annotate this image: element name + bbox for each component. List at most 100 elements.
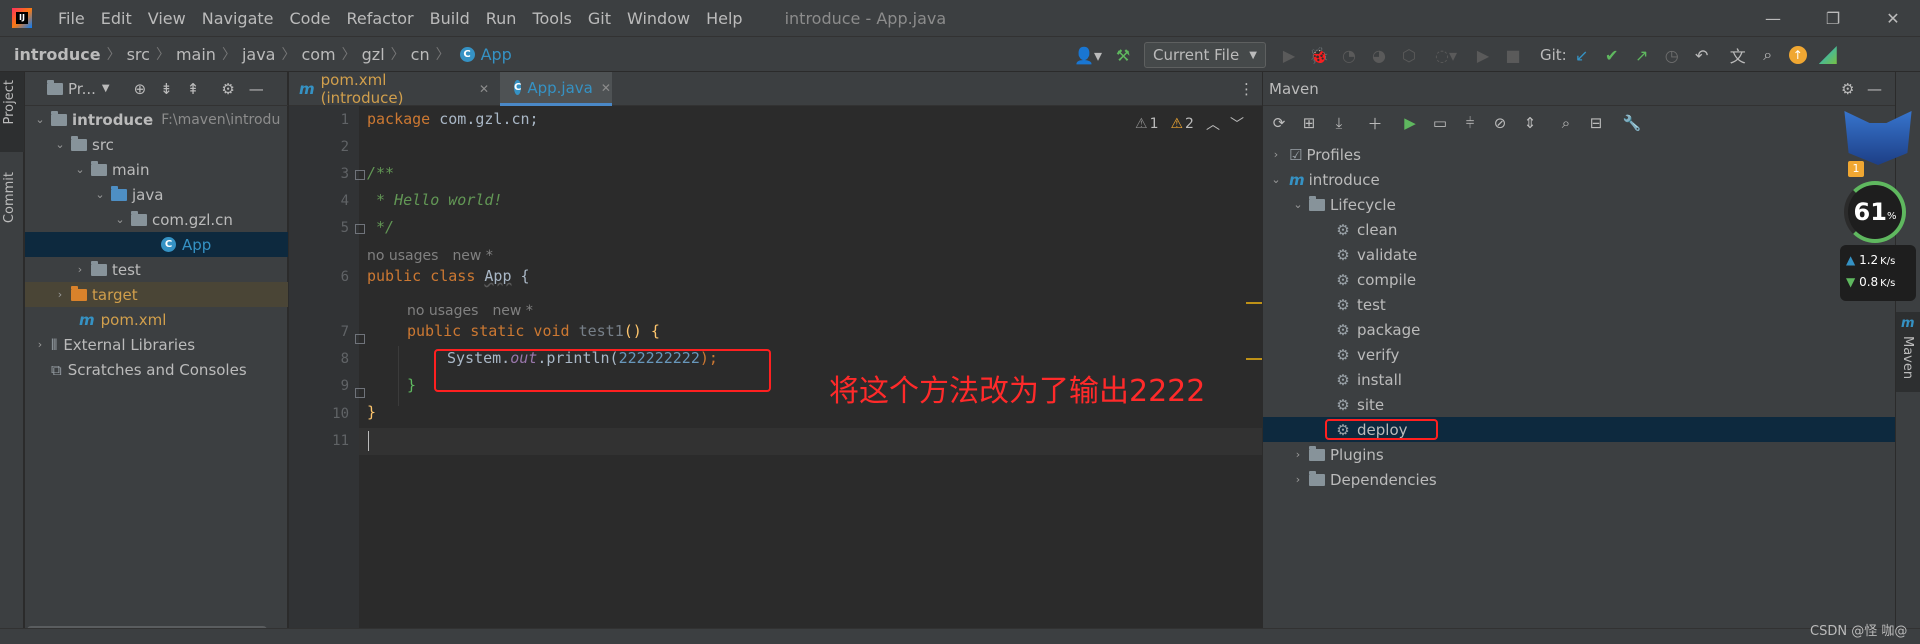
usage-hint[interactable]: no usages new * bbox=[407, 303, 533, 319]
show-dependencies-icon[interactable]: ⇕ bbox=[1516, 109, 1544, 137]
project-panel-title[interactable]: Pr... bbox=[68, 80, 96, 98]
resume-icon[interactable]: ▶ bbox=[1468, 40, 1498, 70]
menu-git[interactable]: Git bbox=[586, 9, 613, 28]
add-icon[interactable]: ＋ bbox=[1361, 109, 1389, 137]
chevron-down-icon[interactable]: ▼ bbox=[102, 83, 110, 94]
tool-tab-project[interactable]: Project bbox=[0, 72, 24, 152]
maven-node-dependencies[interactable]: › Dependencies bbox=[1263, 467, 1895, 492]
maven-node-plugins[interactable]: › Plugins bbox=[1263, 442, 1895, 467]
close-button[interactable]: ✕ bbox=[1863, 0, 1920, 36]
run-config-icon[interactable]: ▭ bbox=[1426, 109, 1454, 137]
lifecycle-verify[interactable]: ⚙ verify bbox=[1263, 342, 1895, 367]
inspection-widget[interactable]: ⚠ 1 ⚠ 2 ︿ ﹀ bbox=[1135, 114, 1244, 134]
lifecycle-test[interactable]: ⚙ test bbox=[1263, 292, 1895, 317]
breadcrumb-cn[interactable]: cn bbox=[411, 45, 430, 64]
maven-node-project[interactable]: ⌄ m introduce bbox=[1263, 167, 1895, 192]
restore-button[interactable]: ❐ bbox=[1803, 0, 1863, 36]
close-icon[interactable]: ✕ bbox=[479, 82, 489, 96]
close-icon[interactable]: ✕ bbox=[601, 81, 611, 95]
chevron-right-icon[interactable]: › bbox=[73, 263, 87, 276]
chevron-down-icon[interactable]: ⌄ bbox=[33, 113, 47, 126]
menu-run[interactable]: Run bbox=[484, 9, 519, 28]
menu-refactor[interactable]: Refactor bbox=[344, 9, 415, 28]
tree-node-test[interactable]: › test bbox=[25, 257, 288, 282]
reload-icon[interactable]: ⟳ bbox=[1265, 109, 1293, 137]
lifecycle-clean[interactable]: ⚙ clean bbox=[1263, 217, 1895, 242]
hide-icon[interactable]: — bbox=[249, 80, 264, 98]
wrench-icon[interactable]: 🔧 bbox=[1618, 109, 1646, 137]
debug-icon[interactable]: 🐞 bbox=[1304, 40, 1334, 70]
tree-node-src[interactable]: ⌄ src bbox=[25, 132, 288, 157]
analyze-icon[interactable]: ⌕ bbox=[1552, 109, 1580, 137]
git-push-icon[interactable]: ↗ bbox=[1627, 40, 1657, 70]
tree-node-pom[interactable]: m pom.xml bbox=[25, 307, 288, 332]
tree-node-external-libraries[interactable]: › ⫴ External Libraries bbox=[25, 332, 288, 357]
collapse-icon[interactable]: ⊟ bbox=[1582, 109, 1610, 137]
tool-tab-commit[interactable]: Commit bbox=[0, 164, 24, 244]
tree-node-package[interactable]: ⌄ com.gzl.cn bbox=[25, 207, 288, 232]
skip-tests-icon[interactable]: ⊘ bbox=[1486, 109, 1514, 137]
menu-help[interactable]: Help bbox=[704, 9, 744, 28]
search-icon[interactable]: ⌕ bbox=[1753, 40, 1783, 70]
tree-node-scratches[interactable]: ⧉ Scratches and Consoles bbox=[25, 357, 288, 382]
hide-icon[interactable]: — bbox=[1867, 80, 1882, 98]
profile-icon[interactable]: ◕ bbox=[1364, 40, 1394, 70]
chevron-down-icon[interactable]: ⌄ bbox=[73, 163, 87, 176]
collapse-all-icon[interactable]: ⇞ bbox=[187, 80, 200, 98]
locate-icon[interactable]: ⊕ bbox=[134, 80, 147, 98]
tree-node-root[interactable]: ⌄ introduce F:\maven\introdu bbox=[25, 107, 288, 132]
chevron-down-icon[interactable]: ⌄ bbox=[93, 188, 107, 201]
chevron-down-icon[interactable]: ⌄ bbox=[113, 213, 127, 226]
toggle-offline-icon[interactable]: ⫩ bbox=[1456, 109, 1484, 137]
chevron-right-icon[interactable]: › bbox=[1269, 148, 1283, 161]
run-icon[interactable]: ▶ bbox=[1396, 109, 1424, 137]
user-icon[interactable]: 👤▾ bbox=[1068, 40, 1108, 70]
minimize-button[interactable]: — bbox=[1743, 0, 1803, 36]
tree-node-main[interactable]: ⌄ main bbox=[25, 157, 288, 182]
chevron-up-icon[interactable]: ︿ bbox=[1206, 114, 1220, 134]
breadcrumb-main[interactable]: main bbox=[176, 45, 216, 64]
tab-pom-xml[interactable]: m pom.xml (introduce) ✕ bbox=[289, 71, 499, 107]
coverage-icon[interactable]: ◔ bbox=[1334, 40, 1364, 70]
chevron-right-icon[interactable]: › bbox=[1291, 448, 1305, 461]
git-update-icon[interactable]: ↙ bbox=[1567, 40, 1597, 70]
maven-node-lifecycle[interactable]: ⌄ Lifecycle bbox=[1263, 192, 1895, 217]
lifecycle-validate[interactable]: ⚙ validate bbox=[1263, 242, 1895, 267]
tree-node-target[interactable]: › target bbox=[25, 282, 288, 307]
maven-node-profiles[interactable]: › ☑ Profiles bbox=[1263, 142, 1895, 167]
menu-build[interactable]: Build bbox=[428, 9, 472, 28]
run-icon[interactable]: ▶ bbox=[1274, 40, 1304, 70]
menu-file[interactable]: File bbox=[56, 9, 87, 28]
translate-icon[interactable]: 文 bbox=[1723, 40, 1753, 70]
breadcrumb-com[interactable]: com bbox=[301, 45, 335, 64]
breadcrumb-gzl[interactable]: gzl bbox=[362, 45, 385, 64]
lifecycle-package[interactable]: ⚙ package bbox=[1263, 317, 1895, 342]
menu-edit[interactable]: Edit bbox=[99, 9, 134, 28]
stop-icon[interactable]: ■ bbox=[1498, 40, 1528, 70]
chevron-down-icon[interactable]: ⌄ bbox=[1291, 198, 1305, 211]
menu-code[interactable]: Code bbox=[288, 9, 333, 28]
attach-icon[interactable]: ⬡ bbox=[1394, 40, 1424, 70]
more-options-icon[interactable]: ⋮ bbox=[1239, 80, 1254, 98]
lifecycle-site[interactable]: ⚙ site bbox=[1263, 392, 1895, 417]
tree-node-app[interactable]: C App bbox=[25, 232, 288, 257]
menu-tools[interactable]: Tools bbox=[530, 9, 573, 28]
git-commit-icon[interactable]: ✔ bbox=[1597, 40, 1627, 70]
usage-hint[interactable]: no usages new * bbox=[367, 248, 493, 264]
tree-node-java[interactable]: ⌄ java bbox=[25, 182, 288, 207]
add-project-icon[interactable]: ⊞ bbox=[1295, 109, 1323, 137]
chevron-right-icon[interactable]: › bbox=[53, 288, 67, 301]
chevron-down-icon[interactable]: ⌄ bbox=[53, 138, 67, 151]
menu-navigate[interactable]: Navigate bbox=[200, 9, 276, 28]
breadcrumb-app[interactable]: App bbox=[481, 45, 512, 64]
download-icon[interactable]: ⤓ bbox=[1325, 109, 1353, 137]
git-history-icon[interactable]: ◷ bbox=[1657, 40, 1687, 70]
expand-all-icon[interactable]: ⇟ bbox=[160, 80, 173, 98]
run-config-select[interactable]: Current File ▼ bbox=[1144, 42, 1266, 68]
breadcrumb-project[interactable]: introduce bbox=[14, 45, 101, 64]
menu-window[interactable]: Window bbox=[625, 9, 692, 28]
git-rollback-icon[interactable]: ↶ bbox=[1687, 40, 1717, 70]
breadcrumb-java[interactable]: java bbox=[242, 45, 276, 64]
tab-app-java[interactable]: C App.java ✕ bbox=[500, 72, 612, 106]
breadcrumb-src[interactable]: src bbox=[127, 45, 150, 64]
